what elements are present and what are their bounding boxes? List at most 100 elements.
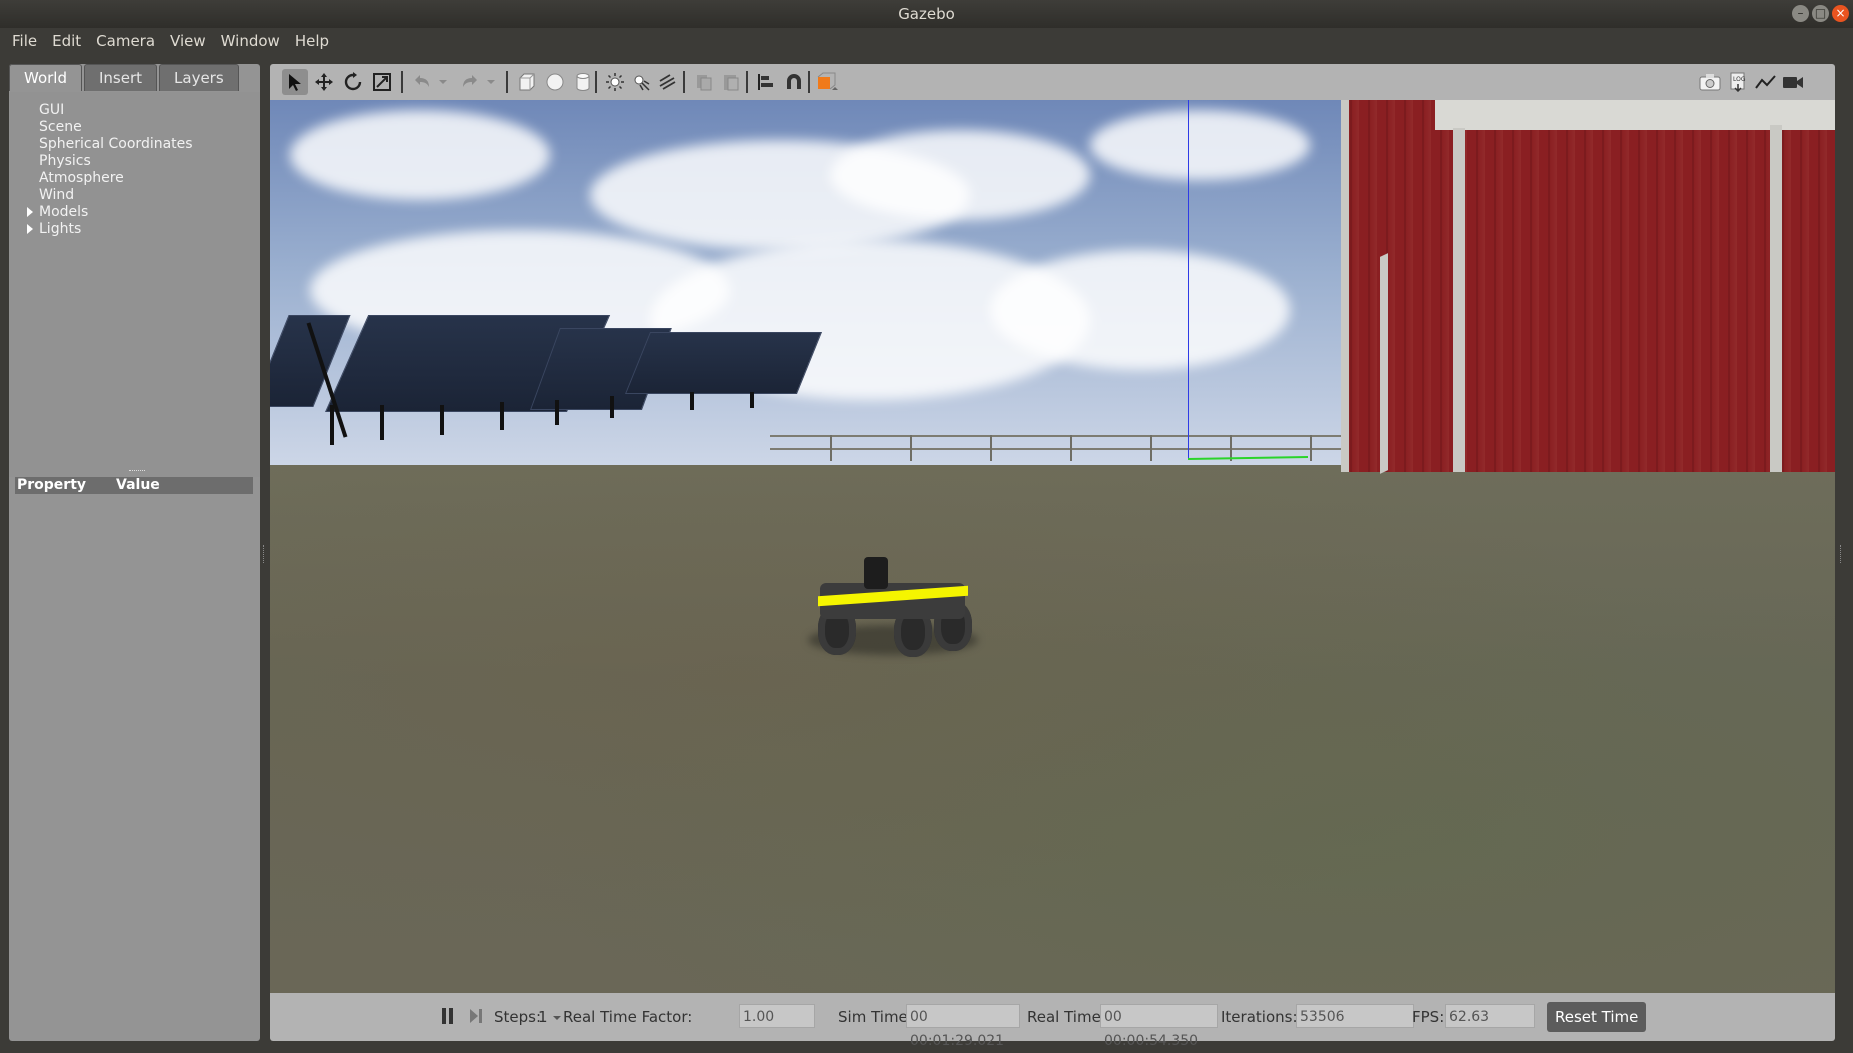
arrow-cursor-icon: [289, 74, 301, 91]
paste-button[interactable]: [718, 69, 744, 95]
fence-post: [830, 435, 832, 461]
directional-light-icon: [659, 74, 676, 90]
screenshot-button[interactable]: [1697, 69, 1723, 95]
tree-item-models[interactable]: Models: [27, 204, 89, 221]
fence-post: [990, 435, 992, 461]
sim-time-label: Sim Time:: [838, 1008, 913, 1026]
steps-spinner[interactable]: 1: [538, 1008, 562, 1026]
robot-model[interactable]: [808, 555, 978, 665]
minimize-icon[interactable]: –: [1792, 5, 1809, 22]
svg-text:LOG: LOG: [1733, 76, 1746, 83]
directional-light-button[interactable]: [654, 69, 680, 95]
cloud: [830, 130, 1090, 220]
tree-item-spherical-coordinates[interactable]: Spherical Coordinates: [39, 136, 193, 153]
tree-item-atmosphere[interactable]: Atmosphere: [39, 170, 124, 187]
barn-model[interactable]: [1341, 100, 1835, 472]
toolbar-separator: [808, 71, 810, 93]
redo-history-button[interactable]: [478, 69, 504, 95]
3d-viewport[interactable]: [270, 100, 1835, 993]
tab-world[interactable]: World: [9, 64, 82, 91]
undo-history-button[interactable]: [430, 69, 456, 95]
step-button[interactable]: [468, 1007, 484, 1029]
panel-tabs: World Insert Layers: [9, 64, 241, 92]
sphere-icon: [546, 73, 564, 91]
tree-item-gui[interactable]: GUI: [39, 102, 64, 119]
expand-arrow-icon[interactable]: [27, 224, 33, 234]
tab-layers[interactable]: Layers: [159, 64, 239, 91]
pause-icon: [442, 1008, 453, 1024]
tree-item-scene[interactable]: Scene: [39, 119, 82, 136]
menu-camera[interactable]: Camera: [96, 32, 155, 50]
tree-item-lights[interactable]: Lights: [27, 221, 81, 238]
snap-button[interactable]: [781, 69, 807, 95]
steps-value: 1: [538, 1008, 548, 1026]
property-header: Property Value: [15, 477, 253, 494]
copy-icon: [697, 75, 712, 91]
copy-button[interactable]: [691, 69, 717, 95]
spotlight-icon: [634, 75, 650, 91]
right-panel-splitter[interactable]: [1840, 545, 1844, 563]
pause-button[interactable]: [440, 1007, 456, 1029]
menu-window[interactable]: Window: [221, 32, 280, 50]
fence-post: [1310, 435, 1312, 461]
menu-bar: File Edit Camera View Window Help: [0, 28, 1853, 54]
fps-field: 62.63: [1445, 1004, 1535, 1028]
log-button[interactable]: LOG: [1725, 69, 1751, 95]
expand-arrow-icon[interactable]: [27, 207, 33, 217]
magnet-icon: [787, 74, 801, 89]
menu-edit[interactable]: Edit: [52, 32, 81, 50]
box-shape-button[interactable]: [514, 69, 540, 95]
sphere-shape-button[interactable]: [542, 69, 568, 95]
translate-mode-button[interactable]: [311, 69, 337, 95]
close-icon[interactable]: ×: [1832, 5, 1849, 22]
robot-lidar: [864, 557, 888, 589]
tab-insert[interactable]: Insert: [84, 64, 158, 91]
iterations-label: Iterations:: [1221, 1008, 1298, 1026]
change-view-button[interactable]: [815, 69, 841, 95]
left-panel-splitter[interactable]: [263, 545, 267, 563]
chevron-down-icon: [487, 80, 495, 84]
toolbar-separator: [683, 71, 685, 93]
solar-panel-support: [500, 402, 504, 430]
plot-button[interactable]: [1753, 69, 1779, 95]
solar-panel-support: [440, 405, 444, 435]
log-icon: LOG: [1730, 72, 1746, 92]
solar-panel-support: [690, 392, 694, 410]
barn-corner-trim: [1770, 125, 1782, 472]
tree-item-physics[interactable]: Physics: [39, 153, 91, 170]
cloud: [290, 110, 550, 200]
tree-item-label: Models: [39, 204, 89, 220]
splitter-handle[interactable]: [129, 470, 145, 473]
rotate-mode-button[interactable]: [340, 69, 366, 95]
menu-view[interactable]: View: [170, 32, 206, 50]
toolbar: LOG: [270, 64, 1835, 100]
fence-post: [1150, 435, 1152, 461]
barn-door-frame: [1380, 253, 1388, 474]
reset-time-button[interactable]: Reset Time: [1547, 1002, 1647, 1032]
cylinder-shape-button[interactable]: [570, 69, 596, 95]
scale-mode-button[interactable]: [369, 69, 395, 95]
steps-label: Steps:: [494, 1008, 542, 1026]
left-panel: World Insert Layers GUI Scene Spherical …: [9, 64, 260, 1041]
solar-panel-support: [330, 405, 334, 445]
tree-item-wind[interactable]: Wind: [39, 187, 74, 204]
status-bar: Steps: 1 Real Time Factor: 1.00 Sim Time…: [270, 993, 1835, 1049]
chevron-down-icon: [553, 1016, 562, 1020]
spot-light-button[interactable]: [628, 69, 654, 95]
fps-label: FPS:: [1412, 1008, 1445, 1026]
point-light-button[interactable]: [602, 69, 628, 95]
cloud: [990, 250, 1290, 370]
solar-panel-support: [610, 396, 614, 418]
menu-help[interactable]: Help: [295, 32, 329, 50]
record-video-button[interactable]: [1780, 69, 1806, 95]
align-icon: [758, 74, 773, 90]
maximize-icon[interactable]: □: [1812, 5, 1829, 22]
align-button[interactable]: [753, 69, 779, 95]
property-column-header: Property: [17, 477, 87, 493]
select-mode-button[interactable]: [282, 69, 308, 95]
camera-icon: [1699, 74, 1721, 91]
z-axis-marker: [1188, 100, 1189, 460]
menu-file[interactable]: File: [12, 32, 37, 50]
real-time-label: Real Time:: [1027, 1008, 1106, 1026]
window-title: Gazebo: [898, 5, 955, 23]
